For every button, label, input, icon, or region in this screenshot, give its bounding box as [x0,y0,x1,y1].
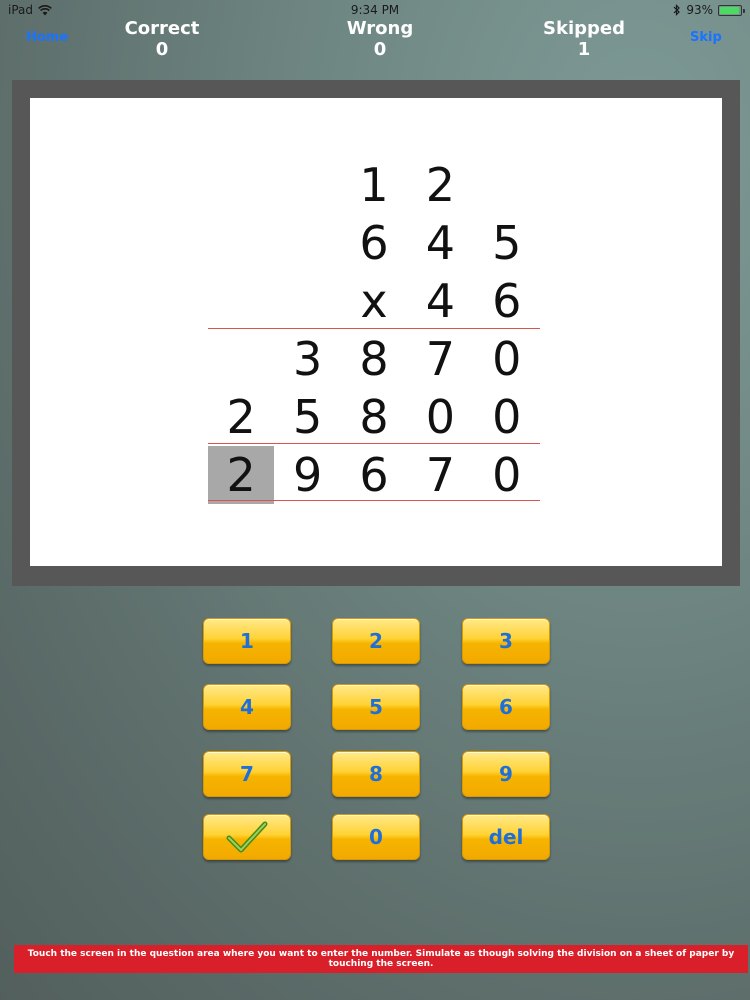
home-button[interactable]: Home [26,30,68,45]
key-4[interactable]: 4 [203,684,291,730]
digit-cell[interactable]: 0 [474,446,540,504]
digit-cell[interactable] [208,272,274,330]
wrong-label: Wrong [346,18,414,39]
bluetooth-icon [673,4,681,16]
skipped-count: 1 [577,39,591,60]
instruction-banner: Touch the screen in the question area wh… [14,945,748,973]
key-7[interactable]: 7 [203,751,291,797]
skipped-label: Skipped [543,18,625,39]
correct-label: Correct [124,18,200,39]
grid-row: 29670 [208,446,540,504]
rule-line [208,443,540,444]
key-9[interactable]: 9 [462,751,550,797]
skipped-stat: Skipped 1 [514,18,654,60]
check-button[interactable] [203,814,291,860]
key-0[interactable]: 0 [332,814,420,860]
digit-cell[interactable]: 5 [274,388,340,446]
digit-cell[interactable]: 4 [407,272,473,330]
grid-row: 12 [208,156,540,214]
key-2[interactable]: 2 [332,618,420,664]
digit-cell[interactable]: 1 [341,156,407,214]
digit-cell[interactable]: 8 [341,330,407,388]
key-8[interactable]: 8 [332,751,420,797]
digit-cell[interactable]: 8 [341,388,407,446]
digit-cell[interactable]: x [341,272,407,330]
digit-cell[interactable]: 2 [208,388,274,446]
delete-button[interactable]: del [462,814,550,860]
correct-stat: Correct 0 [92,18,232,60]
digit-cell[interactable]: 6 [474,272,540,330]
digit-cell[interactable]: 6 [341,214,407,272]
digit-cell[interactable] [208,214,274,272]
digit-cell[interactable] [208,330,274,388]
digit-cell[interactable]: 5 [474,214,540,272]
grid-row: 25800 [208,388,540,446]
rule-line [208,500,540,501]
digit-cell[interactable]: 2 [208,446,275,504]
digit-cell[interactable]: 4 [407,214,473,272]
key-6[interactable]: 6 [462,684,550,730]
grid-row: x46 [208,272,540,330]
status-right: 93% [673,3,745,17]
digit-cell[interactable]: 7 [407,446,473,504]
rule-line [208,328,540,329]
digit-cell[interactable] [274,272,340,330]
battery-fill [720,6,739,14]
key-3[interactable]: 3 [462,618,550,664]
status-bar: iPad 9:34 PM 93% [0,0,750,20]
grid-row: 3870 [208,330,540,388]
digit-cell[interactable]: 3 [274,330,340,388]
digit-cell[interactable]: 0 [474,330,540,388]
multiplication-grid[interactable]: 12645x4638702580029670 [208,156,540,504]
digit-cell[interactable]: 0 [474,388,540,446]
grid-row: 645 [208,214,540,272]
checkmark-icon [226,821,268,853]
digit-cell[interactable]: 2 [407,156,473,214]
digit-cell[interactable]: 6 [341,446,407,504]
battery-icon [718,4,745,16]
key-5[interactable]: 5 [332,684,420,730]
digit-cell[interactable] [474,156,540,214]
digit-cell[interactable]: 9 [274,446,340,504]
battery-percent: 93% [686,3,713,17]
skip-button[interactable]: Skip [690,30,722,45]
wrong-stat: Wrong 0 [310,18,450,60]
digit-cell[interactable] [274,214,340,272]
digit-cell[interactable] [274,156,340,214]
correct-count: 0 [155,39,169,60]
digit-cell[interactable]: 0 [407,388,473,446]
wrong-count: 0 [373,39,387,60]
digit-cell[interactable]: 7 [407,330,473,388]
key-1[interactable]: 1 [203,618,291,664]
digit-cell[interactable] [208,156,274,214]
status-time: 9:34 PM [350,3,400,17]
